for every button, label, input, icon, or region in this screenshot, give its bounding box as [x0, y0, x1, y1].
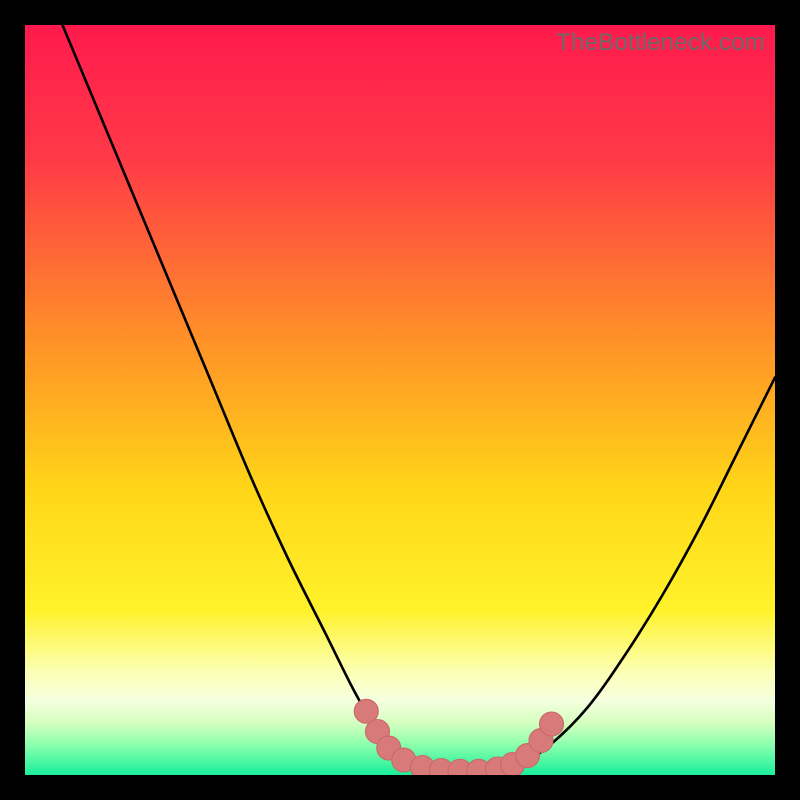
- plot-area: TheBottleneck.com: [25, 25, 775, 775]
- chart-frame: TheBottleneck.com: [0, 0, 800, 800]
- bottleneck-curve: [25, 25, 775, 775]
- watermark-label: TheBottleneck.com: [556, 29, 765, 57]
- curve-marker: [540, 712, 564, 736]
